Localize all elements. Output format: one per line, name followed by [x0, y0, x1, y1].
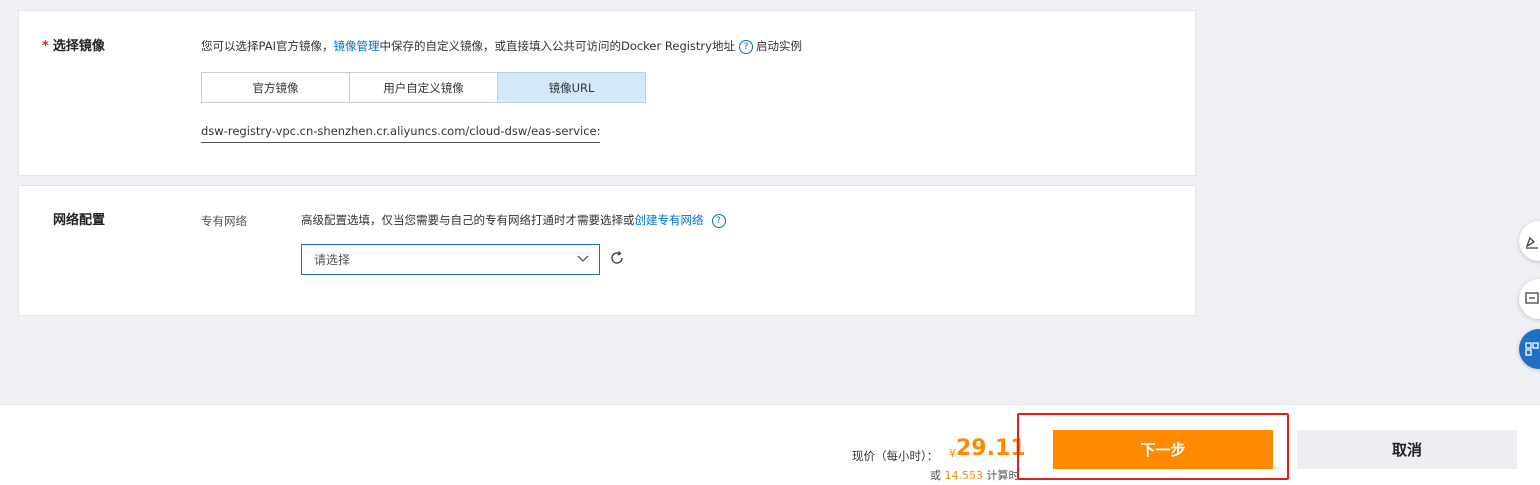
chat-float-button[interactable]	[1519, 279, 1540, 319]
image-desc-prefix: 您可以选择PAI官方镜像，	[201, 39, 334, 53]
create-vpc-link[interactable]: 创建专有网络	[635, 213, 704, 227]
network-config-card: 网络配置 专有网络 高级配置选填，仅当您需要与自己的专有网络打通时才需要选择或创…	[18, 185, 1196, 316]
chevron-down-icon	[577, 255, 589, 262]
network-section-title: 网络配置	[53, 213, 106, 228]
apps-icon	[1525, 342, 1539, 356]
price-label: 现价（每小时）：	[852, 449, 939, 463]
cancel-button[interactable]: 取消	[1297, 430, 1517, 469]
help-icon[interactable]: ?	[711, 213, 726, 228]
chat-icon	[1525, 292, 1539, 304]
vpc-desc-text: 高级配置选填，仅当您需要与自己的专有网络打通时才需要选择或	[301, 213, 635, 227]
hourly-price: 29.11	[956, 436, 1026, 461]
edit-icon	[1525, 236, 1538, 249]
edit-float-button[interactable]	[1519, 221, 1540, 261]
image-description: 您可以选择PAI官方镜像，镜像管理中保存的自定义镜像，或直接填入公共可访问的Do…	[201, 38, 802, 54]
start-instance-text: 启动实例	[755, 39, 802, 53]
image-management-link[interactable]: 镜像管理	[333, 39, 379, 53]
vpc-select-placeholder: 请选择	[314, 253, 351, 267]
image-section-label: * 选择镜像	[42, 35, 105, 54]
image-source-tabs: 官方镜像 用户自定义镜像 镜像URL	[201, 72, 646, 103]
vpc-description: 高级配置选填，仅当您需要与自己的专有网络打通时才需要选择或创建专有网络?	[301, 212, 729, 228]
vpc-label: 专有网络	[201, 214, 247, 228]
footer-bar: 现价（每小时）： ¥ 29.11 或 14.553 计算时 下一步 取消	[0, 405, 1540, 485]
alt-price-suffix: 计算时	[986, 469, 1020, 482]
image-section-title: 选择镜像	[52, 39, 105, 54]
image-desc-middle: 中保存的自定义镜像，或直接填入公共可访问的Docker Registry地址	[379, 39, 735, 53]
image-url-input[interactable]	[201, 120, 600, 143]
currency-symbol: ¥	[949, 447, 956, 460]
alt-price: 或 14.553 计算时	[930, 467, 1020, 483]
required-mark: *	[42, 39, 49, 54]
tab-image-url[interactable]: 镜像URL	[497, 72, 646, 103]
tab-official-image[interactable]: 官方镜像	[201, 72, 350, 103]
refresh-icon[interactable]	[609, 250, 625, 266]
alt-price-prefix: 或	[930, 469, 941, 482]
apps-float-button[interactable]	[1519, 329, 1540, 369]
tab-custom-image[interactable]: 用户自定义镜像	[349, 72, 498, 103]
image-selection-card: * 选择镜像 您可以选择PAI官方镜像，镜像管理中保存的自定义镜像，或直接填入公共…	[18, 10, 1196, 176]
vpc-select[interactable]: 请选择	[301, 244, 600, 275]
help-icon[interactable]: ?	[738, 39, 753, 54]
alt-price-value: 14.553	[944, 469, 984, 482]
next-step-button[interactable]: 下一步	[1053, 430, 1273, 469]
